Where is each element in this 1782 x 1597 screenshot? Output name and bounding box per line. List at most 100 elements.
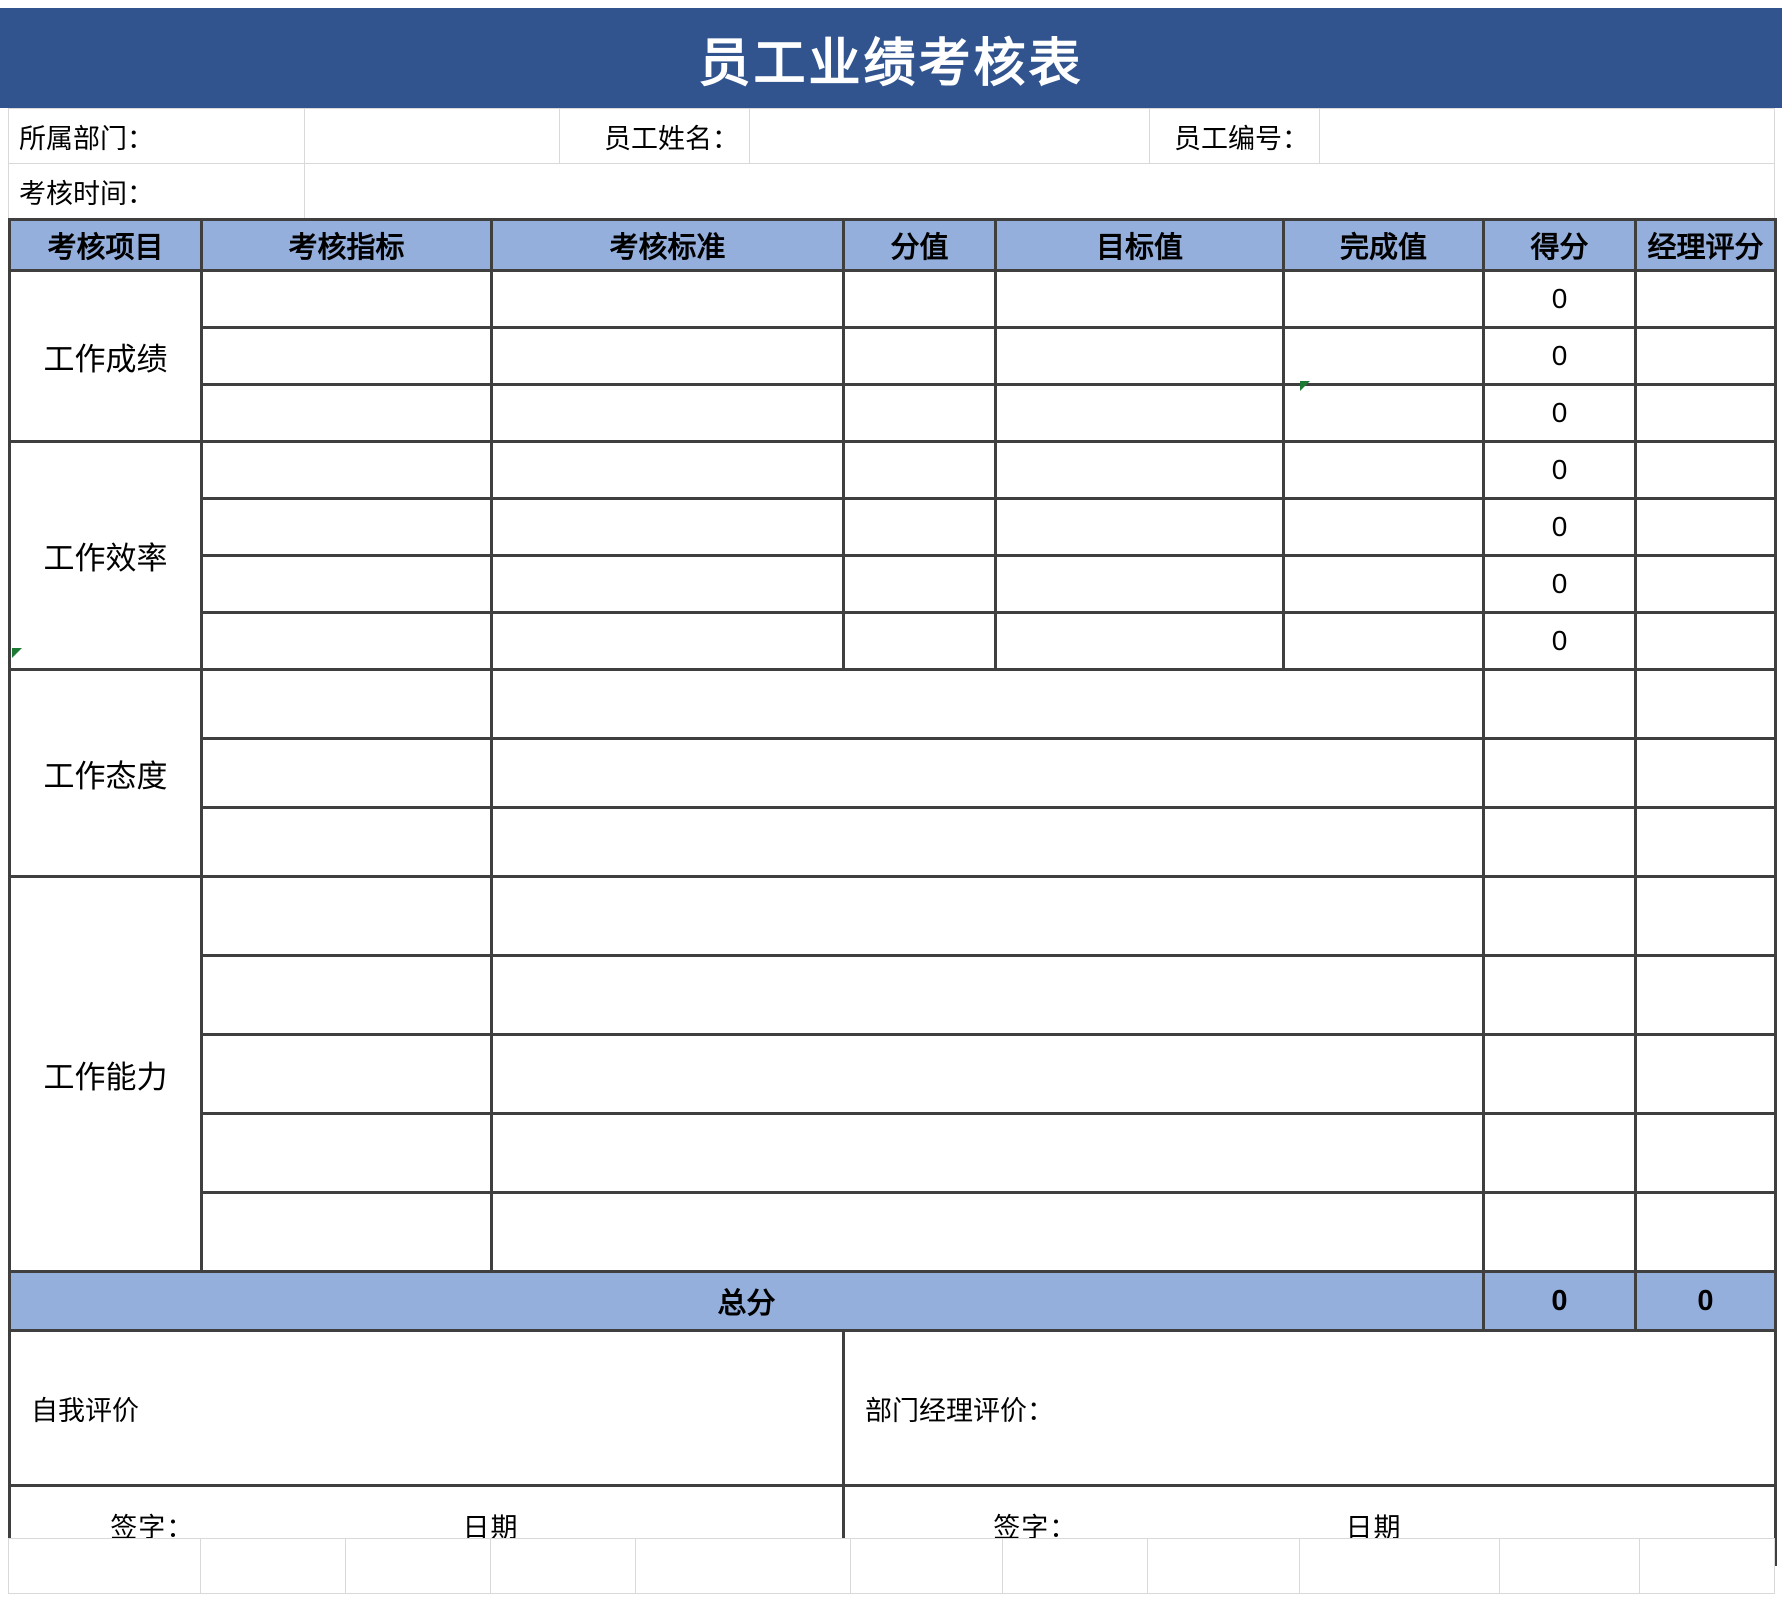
cell-standard[interactable] [490,497,845,557]
empty-cell[interactable] [1147,1538,1300,1594]
cell-merged-standard[interactable] [490,668,1485,740]
cell-target[interactable] [994,383,1285,443]
cell-weight[interactable] [842,497,997,557]
department-value[interactable] [304,108,560,164]
cell-target[interactable] [994,611,1285,671]
table-row: 0 [10,326,1777,386]
page-title: 员工业绩考核表 [698,33,1084,94]
cell-standard[interactable] [490,326,845,386]
cell-merged-standard[interactable] [490,1112,1485,1194]
employee-id-value[interactable] [1319,108,1775,164]
cell-indicator[interactable] [200,1191,493,1273]
cell-score[interactable] [1482,668,1637,740]
cell-indicator[interactable] [200,1112,493,1194]
cell-manager-score[interactable] [1634,1033,1777,1115]
cell-weight[interactable] [842,554,997,614]
col-header-standard: 考核标准 [490,218,845,272]
empty-cell[interactable] [345,1538,491,1594]
cell-indicator[interactable] [200,806,493,878]
empty-cell[interactable] [635,1538,851,1594]
cell-manager-score[interactable] [1634,611,1777,671]
cell-target[interactable] [994,440,1285,500]
cell-weight[interactable] [842,383,997,443]
cell-score[interactable] [1482,1112,1637,1194]
cell-indicator[interactable] [200,1033,493,1115]
cell-manager-score[interactable] [1634,668,1777,740]
cell-manager-score[interactable] [1634,737,1777,809]
employee-name-value[interactable] [749,108,1150,164]
cell-target[interactable] [994,497,1285,557]
cell-indicator[interactable] [200,668,493,740]
cell-manager-score[interactable] [1634,954,1777,1036]
cell-actual[interactable] [1282,383,1485,443]
cell-standard[interactable] [490,440,845,500]
cell-weight[interactable] [842,611,997,671]
cell-manager-score[interactable] [1634,554,1777,614]
empty-cell[interactable] [1499,1538,1640,1594]
col-header-actual: 完成值 [1282,218,1485,272]
table-header-row: 考核项目 考核指标 考核标准 分值 目标值 完成值 得分 经理评分 [8,218,1777,272]
cell-weight[interactable] [842,326,997,386]
table-row: 工作能力 [8,875,1777,1273]
cell-target[interactable] [994,554,1285,614]
cell-indicator[interactable] [200,326,493,386]
cell-actual[interactable] [1282,440,1485,500]
manager-evaluation-box[interactable]: 部门经理评价： [842,1329,1777,1487]
cell-indicator[interactable] [200,611,493,671]
self-evaluation-box[interactable]: 自我评价 [8,1329,845,1487]
empty-cell[interactable] [8,1538,201,1594]
table-row: 0 [10,611,1777,671]
cell-indicator[interactable] [200,497,493,557]
cell-score[interactable] [1482,1191,1637,1273]
cell-merged-standard[interactable] [490,806,1485,878]
cell-merged-standard[interactable] [490,875,1485,957]
cell-indicator[interactable] [200,875,493,957]
cell-standard[interactable] [490,611,845,671]
cell-merged-standard[interactable] [490,1191,1485,1273]
period-value[interactable] [304,163,1775,219]
cell-merged-standard[interactable] [490,737,1485,809]
cell-merged-standard[interactable] [490,1033,1485,1115]
cell-indicator[interactable] [200,383,493,443]
cell-manager-score[interactable] [1634,875,1777,957]
cell-actual[interactable] [1282,554,1485,614]
cell-indicator[interactable] [200,954,493,1036]
cell-standard[interactable] [490,554,845,614]
cell-actual[interactable] [1282,497,1485,557]
empty-cell[interactable] [1299,1538,1500,1594]
cell-standard[interactable] [490,269,845,329]
cell-indicator[interactable] [200,737,493,809]
cell-target[interactable] [994,269,1285,329]
cell-score[interactable] [1482,806,1637,878]
cell-weight[interactable] [842,269,997,329]
empty-cell[interactable] [1002,1538,1148,1594]
cell-weight[interactable] [842,440,997,500]
cell-actual[interactable] [1282,326,1485,386]
cell-score[interactable] [1482,737,1637,809]
cell-manager-score[interactable] [1634,326,1777,386]
cell-actual[interactable] [1282,611,1485,671]
cell-score[interactable] [1482,875,1637,957]
cell-manager-score[interactable] [1634,383,1777,443]
cell-indicator[interactable] [200,269,493,329]
cell-indicator[interactable] [200,440,493,500]
cell-target[interactable] [994,326,1285,386]
cell-manager-score[interactable] [1634,497,1777,557]
cell-manager-score[interactable] [1634,269,1777,329]
table-row: 0 [10,554,1777,614]
cell-manager-score[interactable] [1634,440,1777,500]
cell-manager-score[interactable] [1634,1112,1777,1194]
total-row: 总分 0 0 [8,1270,1777,1332]
empty-cell[interactable] [850,1538,1003,1594]
empty-cell[interactable] [490,1538,636,1594]
cell-manager-score[interactable] [1634,1191,1777,1273]
empty-cell[interactable] [200,1538,346,1594]
cell-score[interactable] [1482,954,1637,1036]
cell-manager-score[interactable] [1634,806,1777,878]
cell-standard[interactable] [490,383,845,443]
cell-merged-standard[interactable] [490,954,1485,1036]
empty-cell[interactable] [1639,1538,1775,1594]
cell-indicator[interactable] [200,554,493,614]
cell-actual[interactable] [1282,269,1485,329]
cell-score[interactable] [1482,1033,1637,1115]
